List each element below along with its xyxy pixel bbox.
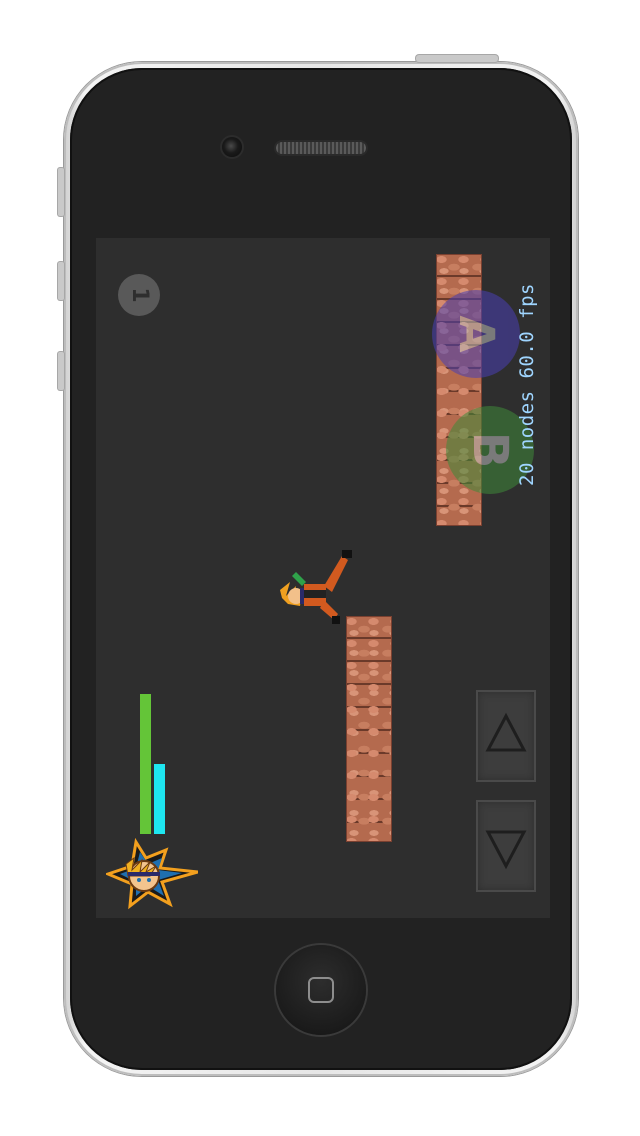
action-a-label: A	[448, 315, 504, 353]
triangle-down-icon	[485, 830, 527, 870]
triangle-up-icon	[485, 712, 527, 752]
action-a-button[interactable]: A	[432, 290, 520, 378]
character-portrait	[106, 838, 198, 910]
ninja-character-sprite	[280, 550, 352, 624]
brick-platform-bottom	[346, 616, 392, 842]
health-bar	[140, 694, 151, 834]
mute-switch[interactable]	[58, 168, 64, 216]
home-button[interactable]	[276, 945, 366, 1035]
front-camera	[222, 137, 242, 157]
game-screen[interactable]: 1 A B 20 nodes 60.0 fps	[96, 238, 550, 918]
fps-counter: 20 nodes 60.0 fps	[516, 283, 538, 486]
up-arrow-button[interactable]	[476, 690, 536, 782]
earpiece-speaker	[276, 142, 366, 154]
pause-button-label: 1	[127, 287, 152, 303]
chakra-bar	[154, 764, 165, 834]
down-arrow-button[interactable]	[476, 800, 536, 892]
volume-down-button[interactable]	[58, 352, 64, 390]
volume-up-button[interactable]	[58, 262, 64, 300]
pause-button[interactable]: 1	[118, 274, 160, 316]
home-button-icon	[308, 977, 334, 1003]
power-button[interactable]	[416, 55, 498, 62]
